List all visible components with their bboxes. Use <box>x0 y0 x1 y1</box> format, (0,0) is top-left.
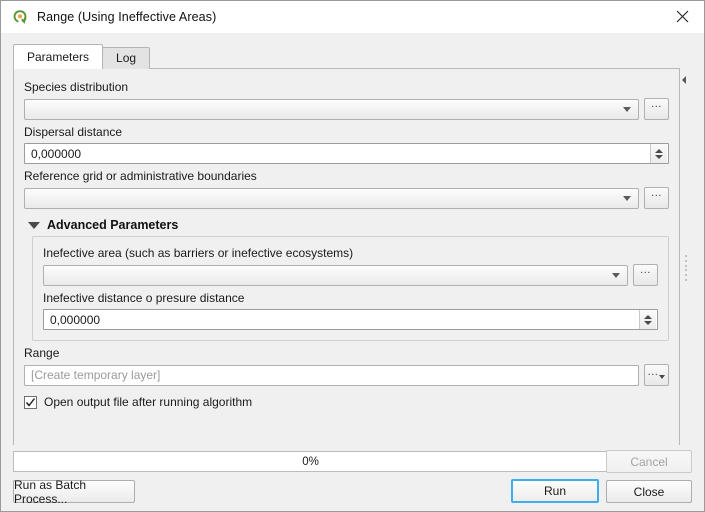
inefective-area-row: ... <box>43 264 658 286</box>
tab-log[interactable]: Log <box>102 47 151 69</box>
chevron-down-icon <box>612 273 620 278</box>
splitter-handle-icon[interactable] <box>684 255 688 281</box>
spinner-arrows-icon[interactable] <box>639 310 656 329</box>
close-button[interactable]: Close <box>606 480 692 503</box>
species-distribution-label: Species distribution <box>24 80 129 94</box>
dialog-body: Parameters Log Species distribution ... … <box>1 33 704 456</box>
progress-text: 0% <box>302 455 319 468</box>
range-output-placeholder: [Create temporary layer] <box>31 368 161 382</box>
species-distribution-combo[interactable] <box>24 98 639 120</box>
tab-bar: Parameters Log <box>13 44 151 69</box>
run-button[interactable]: Run <box>511 479 599 503</box>
caret-down-icon <box>659 375 666 379</box>
checkmark-icon <box>25 397 36 407</box>
progress-bar: 0% <box>13 451 608 472</box>
dialog-footer: 0% Cancel Run as Batch Process... Run Cl… <box>1 445 704 511</box>
inefective-distance-value: 0,000000 <box>50 312 101 327</box>
inefective-area-label: Inefective area (such as barriers or ine… <box>43 246 354 260</box>
inefective-area-combo[interactable] <box>43 264 628 286</box>
open-output-checkbox[interactable] <box>24 395 37 409</box>
dispersal-distance-value: 0,000000 <box>31 146 82 161</box>
chevron-down-icon <box>623 196 631 201</box>
tab-parameters[interactable]: Parameters <box>13 44 104 69</box>
species-distribution-row: ... <box>24 98 669 120</box>
chevron-left-icon[interactable] <box>679 74 689 86</box>
reference-grid-combo[interactable] <box>24 187 639 209</box>
chevron-down-icon <box>623 107 631 112</box>
cancel-button-label: Cancel <box>630 454 668 469</box>
window-title: Range (Using Ineffective Areas) <box>37 9 217 24</box>
advanced-parameters-group: Inefective area (such as barriers or ine… <box>32 236 669 341</box>
browse-dots-label: ... <box>651 97 662 110</box>
dispersal-distance-label: Dispersal distance <box>24 125 123 139</box>
range-output-input[interactable]: [Create temporary layer] <box>24 364 639 386</box>
tab-log-label: Log <box>116 51 137 65</box>
advanced-parameters-header[interactable]: Advanced Parameters <box>28 218 669 232</box>
parameters-scroll-area: Species distribution ... Dispersal dista… <box>13 68 680 456</box>
range-dialog: Range (Using Ineffective Areas) Paramete… <box>0 0 705 512</box>
dispersal-distance-input[interactable]: 0,000000 <box>24 143 669 164</box>
triangle-down-icon <box>28 221 40 229</box>
title-bar: Range (Using Ineffective Areas) <box>1 1 704 33</box>
close-button-label: Close <box>633 484 665 499</box>
spinner-arrows-icon[interactable] <box>650 144 667 163</box>
browse-dots-label: ... <box>640 263 651 276</box>
range-output-browse-button[interactable]: ... <box>644 364 669 386</box>
range-output-label: Range <box>24 346 60 360</box>
inefective-distance-label: Inefective distance o presure distance <box>43 291 245 305</box>
parameters-content: Species distribution ... Dispersal dista… <box>14 69 679 413</box>
qgis-q-icon <box>12 9 28 25</box>
reference-grid-label: Reference grid or administrative boundar… <box>24 169 257 183</box>
browse-dots-label: ... <box>647 366 659 378</box>
browse-dots-label: ... <box>651 186 662 199</box>
reference-grid-row: ... <box>24 187 669 209</box>
batch-button-label: Run as Batch Process... <box>14 477 87 506</box>
dispersal-distance-row: 0,000000 <box>24 143 669 164</box>
open-output-row[interactable]: Open output file after running algorithm <box>24 395 669 409</box>
species-distribution-browse-button[interactable]: ... <box>644 98 669 120</box>
run-button-label: Run <box>543 484 566 498</box>
run-as-batch-process-button[interactable]: Run as Batch Process... <box>13 477 135 506</box>
inefective-distance-input[interactable]: 0,000000 <box>43 309 658 330</box>
inefective-area-browse-button[interactable]: ... <box>633 264 658 286</box>
inefective-distance-row: 0,000000 <box>43 309 658 330</box>
cancel-button[interactable]: Cancel <box>606 450 692 473</box>
tab-parameters-label: Parameters <box>27 50 90 64</box>
close-icon[interactable] <box>660 1 704 32</box>
advanced-parameters-title: Advanced Parameters <box>47 218 179 232</box>
range-output-row: [Create temporary layer] ... <box>24 364 669 386</box>
open-output-label: Open output file after running algorithm <box>44 395 253 409</box>
reference-grid-browse-button[interactable]: ... <box>644 187 669 209</box>
